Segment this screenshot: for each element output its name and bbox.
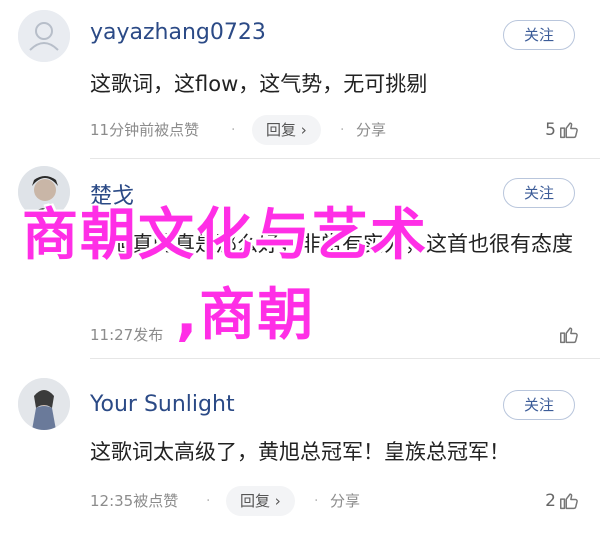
like-button[interactable]: 2	[545, 486, 580, 516]
comment-time: 11分钟前被点赞	[90, 121, 200, 139]
watermark-title: 商朝文化与艺术	[22, 203, 428, 268]
comment-meta: 12:35被点赞 · 回复 › · 分享 2	[90, 486, 580, 516]
default-avatar-icon	[18, 10, 70, 62]
share-button[interactable]: 分享	[356, 115, 386, 145]
comment-time: 12:35被点赞	[90, 492, 179, 510]
reply-button[interactable]: 回复 ›	[252, 115, 321, 145]
comment-meta: 11分钟前被点赞 · 回复 › · 分享 5	[90, 115, 580, 145]
comment-text: 这歌词，这flow，这气势，无可挑剔	[90, 72, 428, 96]
separator-dot: ·	[231, 122, 236, 138]
reply-label: 回复	[266, 121, 297, 139]
comment-item: Your Sunlight 关注 这歌词太高级了，黄旭总冠军！皇族总冠军！ 12…	[0, 358, 600, 534]
username[interactable]: yayazhang0723	[90, 20, 266, 45]
thumbs-up-icon	[560, 327, 578, 344]
comment-meta: 11:27发布	[90, 320, 580, 350]
follow-button[interactable]: 关注	[503, 178, 575, 208]
thumbs-up-icon	[560, 493, 578, 510]
avatar[interactable]	[18, 10, 70, 62]
share-button[interactable]: 分享	[330, 486, 360, 516]
chevron-right-icon: ›	[300, 121, 307, 139]
like-button[interactable]: 5	[545, 115, 580, 145]
follow-button[interactable]: 关注	[503, 20, 575, 50]
like-count: 5	[545, 120, 556, 140]
separator-dot: ·	[340, 122, 345, 138]
reply-label: 回复	[240, 492, 271, 510]
follow-button[interactable]: 关注	[503, 390, 575, 420]
thumbs-up-icon	[560, 122, 578, 139]
like-count: 2	[545, 491, 556, 511]
chevron-right-icon: ›	[274, 492, 281, 510]
watermark-subtitle: ,商朝	[176, 283, 316, 348]
comment-item: yayazhang0723 关注 这歌词，这flow，这气势，无可挑剔 11分钟…	[0, 0, 600, 150]
comment-time: 11:27发布	[90, 326, 164, 344]
reply-button[interactable]: 回复 ›	[226, 486, 295, 516]
comment-text: 这歌词太高级了，黄旭总冠军！皇族总冠军！	[90, 440, 510, 464]
like-button[interactable]	[558, 320, 580, 350]
portrait-avatar-icon	[18, 378, 70, 430]
separator-dot: ·	[314, 493, 319, 509]
username[interactable]: Your Sunlight	[90, 392, 235, 417]
avatar[interactable]	[18, 378, 70, 430]
separator-dot: ·	[206, 493, 211, 509]
